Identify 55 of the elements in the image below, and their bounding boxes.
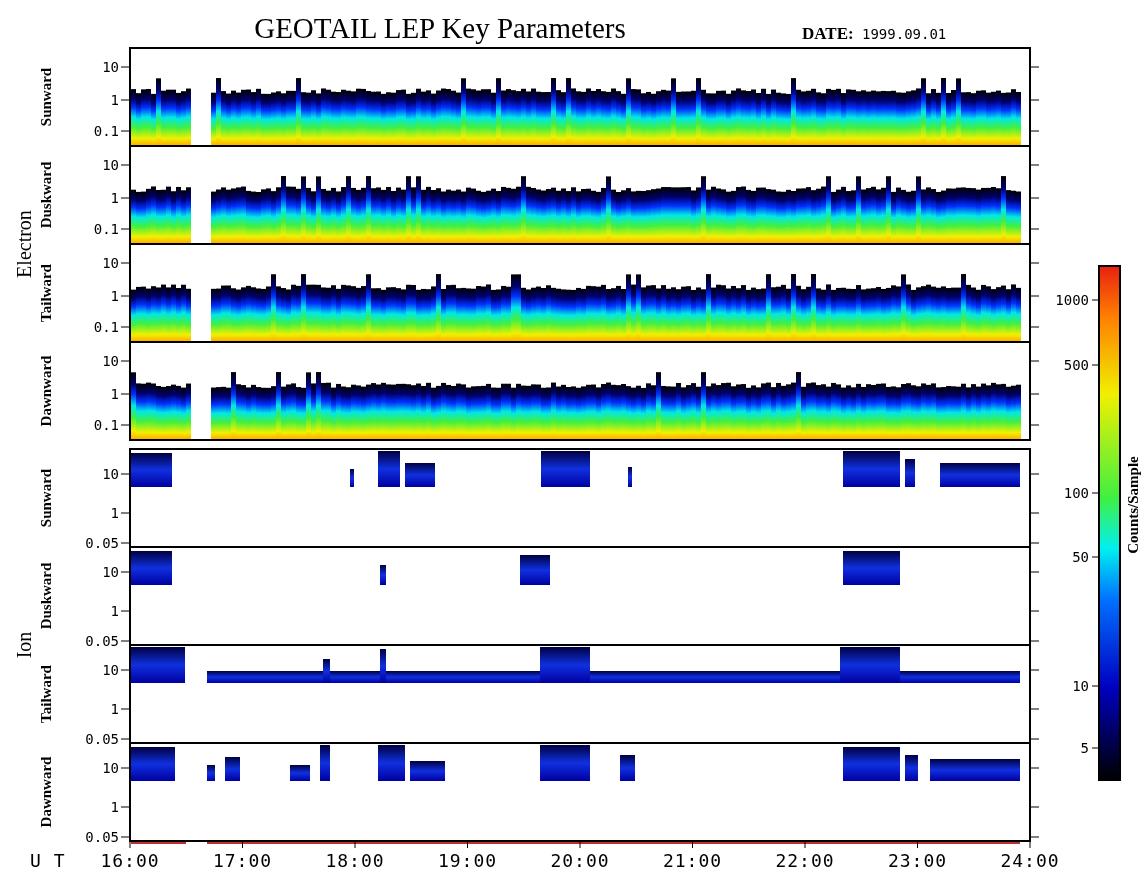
y-tick-label: 1 bbox=[110, 288, 119, 304]
y-tick-label: 10 bbox=[102, 466, 119, 482]
colorbar-label: Counts/Sample bbox=[1125, 456, 1141, 554]
colorbar-tick-label: 10 bbox=[1072, 678, 1089, 694]
y-tick-label: 10 bbox=[102, 564, 119, 580]
panel-label: Tailward bbox=[38, 665, 54, 723]
x-tick-label: 24:00 bbox=[1000, 850, 1060, 871]
colorbar-tick-label: 50 bbox=[1072, 549, 1089, 565]
x-tick-label: 23:00 bbox=[887, 850, 948, 871]
colorbar-tick-label: 100 bbox=[1063, 485, 1089, 501]
panel-label: Sunward bbox=[38, 67, 54, 127]
y-tick-label: 0.05 bbox=[85, 633, 119, 649]
x-axis-label: U T bbox=[30, 850, 66, 871]
panel-label: Sunward bbox=[38, 468, 54, 528]
chart-title: GEOTAIL LEP Key Parameters bbox=[254, 12, 626, 44]
colorbar-tick-label: 1000 bbox=[1055, 292, 1089, 308]
colorbar-tick-label: 5 bbox=[1080, 740, 1089, 756]
y-tick-label: 0.05 bbox=[85, 829, 119, 845]
y-tick-label: 1 bbox=[110, 603, 119, 619]
panel-label: Duskward bbox=[38, 161, 54, 229]
y-tick-label: 10 bbox=[102, 59, 119, 75]
y-tick-label: 0.05 bbox=[85, 731, 119, 747]
y-tick-label: 0.1 bbox=[93, 417, 119, 433]
panel-label: Duskward bbox=[38, 562, 54, 630]
y-tick-label: 0.1 bbox=[93, 221, 119, 237]
y-tick-label: 0.1 bbox=[93, 319, 119, 335]
date-value: 1999.09.01 bbox=[862, 26, 947, 42]
y-tick-label: 10 bbox=[102, 760, 119, 776]
x-tick-label: 16:00 bbox=[100, 850, 160, 871]
y-tick-label: 10 bbox=[102, 662, 119, 678]
x-tick-label: 20:00 bbox=[550, 850, 610, 871]
panel-label: Tailward bbox=[38, 264, 54, 322]
colorbar-tick-label: 500 bbox=[1063, 357, 1089, 373]
y-tick-label: 1 bbox=[110, 505, 119, 521]
group-label: Ion bbox=[13, 631, 35, 659]
panel-label: Dawnward bbox=[38, 756, 54, 828]
y-tick-label: 10 bbox=[102, 157, 119, 173]
x-tick-label: 18:00 bbox=[325, 850, 385, 871]
date-label: DATE: bbox=[802, 24, 854, 43]
y-tick-label: 0.05 bbox=[85, 535, 119, 551]
y-tick-label: 10 bbox=[102, 353, 119, 369]
x-tick-label: 22:00 bbox=[775, 850, 835, 871]
x-tick-label: 17:00 bbox=[212, 850, 273, 871]
y-tick-label: 10 bbox=[102, 255, 119, 271]
y-tick-label: 0.1 bbox=[93, 123, 119, 139]
y-tick-label: 1 bbox=[110, 92, 119, 108]
y-tick-label: 1 bbox=[110, 190, 119, 206]
data-coverage-line bbox=[130, 842, 187, 844]
x-tick-label: 21:00 bbox=[662, 850, 723, 871]
panel-label: Dawnward bbox=[38, 355, 54, 427]
group-label: Electron bbox=[13, 210, 35, 278]
y-tick-label: 1 bbox=[110, 701, 119, 717]
y-tick-label: 1 bbox=[110, 799, 119, 815]
y-tick-label: 1 bbox=[110, 386, 119, 402]
x-tick-label: 19:00 bbox=[437, 850, 498, 871]
